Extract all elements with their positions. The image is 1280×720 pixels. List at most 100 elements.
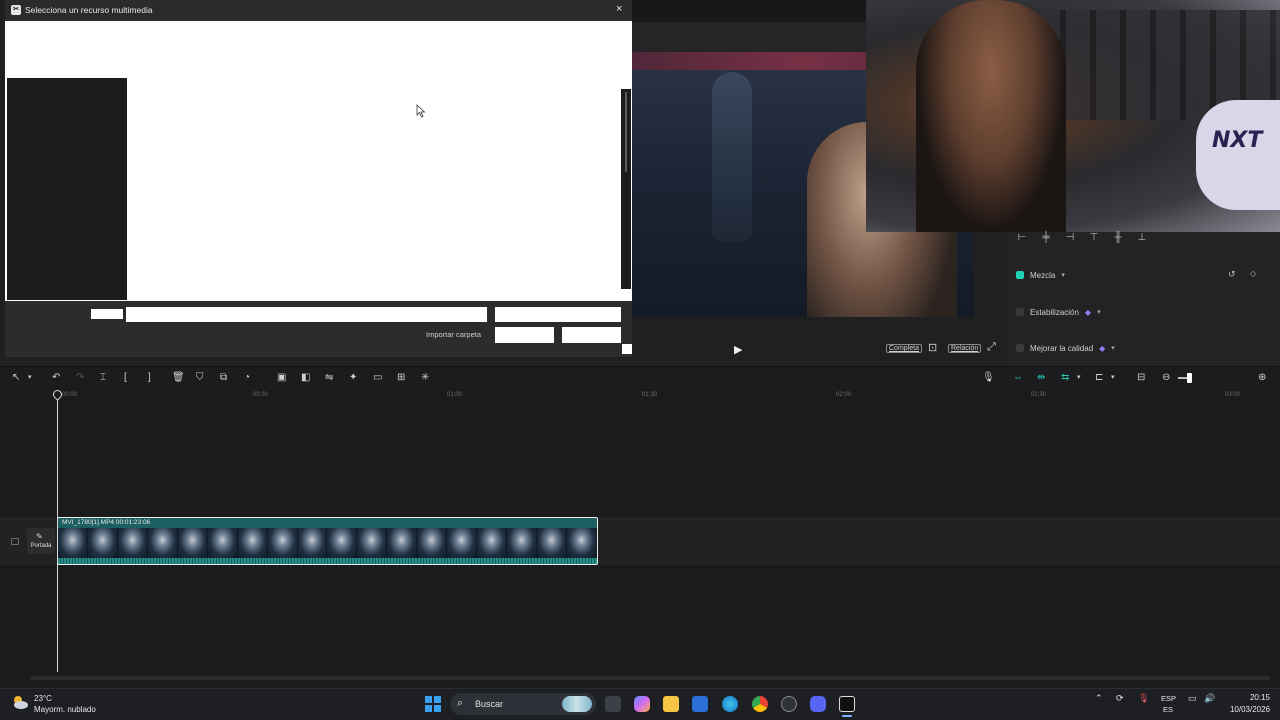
image-edit-icon[interactable]: ⊞ [397,372,405,384]
playhead-line[interactable] [57,397,58,672]
active-app-indicator [842,715,852,717]
microphone-icon[interactable]: 🎙 [982,372,995,384]
clock-time[interactable]: 20:15 [1226,693,1270,702]
filename-label-box [91,309,123,319]
track-lock-icon[interactable] [11,538,19,545]
microsoft-store-icon[interactable] [692,696,708,712]
chevron-down-icon: ▾ [1097,309,1101,316]
speed-icon[interactable]: ◔ [244,372,250,384]
ruler-tick: 00:00 [62,392,78,398]
volume-icon[interactable]: 🔊 [1204,693,1215,704]
keyboard-layout-label[interactable]: ES [1163,705,1173,714]
magnet-icon[interactable]: ⇹ [1037,372,1045,384]
delete-icon[interactable]: 🗑 [172,372,185,384]
align-toolbar: ⊢ ╪ ⊣ ⊤ ╫ ⊥ [1016,233,1148,245]
dialog-sidebar[interactable] [7,78,127,300]
pillow-logo-text: NXT [1212,128,1263,153]
video-clip[interactable]: MVI_1780[1].MP4 00:01:23:06 [57,517,598,565]
ruler-tick: 00:30 [253,392,269,398]
premium-gem-icon: ◆ [1084,307,1092,317]
resize-grip[interactable] [622,344,632,354]
select-tool-icon[interactable]: ↖ [12,372,20,384]
search-placeholder: Buscar [475,699,504,709]
undo-icon[interactable]: ↶ [52,372,60,384]
weather-desc[interactable]: Mayorm. nublado [34,705,96,714]
network-icon[interactable]: ▭ [1188,693,1197,704]
ai-effects-icon[interactable]: ✳ [421,372,429,384]
link-main-track-icon[interactable]: ⇔ [1013,372,1023,384]
zoom-in-icon[interactable]: ⊕ [1258,372,1266,384]
chevron-down-icon[interactable]: ▾ [28,372,32,384]
chevron-down-icon: ▾ [1111,345,1115,352]
align-bottom-icon[interactable]: ⊥ [1136,233,1148,243]
align-left-icon[interactable]: ⊢ [1016,233,1028,243]
weather-temp[interactable]: 23°C [34,694,52,703]
enhance-checkbox[interactable] [1016,344,1024,352]
dialog-scroll-thumb[interactable] [625,92,627,172]
preview-axis-icon[interactable]: ⊏ [1095,372,1103,384]
clock-date[interactable]: 10/03/2026 [1226,705,1270,714]
prop-blend[interactable]: Mezcla ▾ [1016,268,1065,282]
align-top-icon[interactable]: ⊤ [1088,233,1100,243]
weather-cloud-sun-icon[interactable] [11,694,29,710]
prop-stabilization[interactable]: Estabilización ◆ ▾ [1016,305,1101,319]
fit-timeline-icon[interactable]: ⊟ [1137,372,1145,384]
open-button[interactable] [495,327,554,343]
file-type-select[interactable] [495,307,621,322]
chevron-down-icon[interactable]: ▾ [1077,372,1081,384]
captions-icon[interactable]: ▭ [373,372,382,384]
ruler-tick: 01:00 [447,392,463,398]
freeze-icon[interactable]: ▣ [277,372,286,384]
stabilization-checkbox[interactable] [1016,308,1024,316]
copilot-icon[interactable] [634,696,650,712]
chevron-down-icon[interactable]: ▾ [1111,372,1115,384]
reverse-icon[interactable]: ⇋ [325,372,333,384]
align-center-h-icon[interactable]: ╪ [1040,233,1052,243]
snapshot-icon[interactable]: ⊡ [928,341,937,354]
file-explorer-icon[interactable] [663,696,679,712]
cancel-button[interactable] [562,327,621,343]
ruler-tick: 02:00 [836,392,852,398]
link-audio-icon[interactable]: ⇆ [1061,372,1069,384]
ratio-button[interactable]: Relación [948,344,982,353]
mirror-icon[interactable]: ◧ [301,372,310,384]
zoom-out-icon[interactable]: ⊖ [1162,372,1170,384]
chevron-up-icon[interactable]: ⌃ [1095,693,1103,704]
filename-input[interactable] [126,307,487,322]
crop-icon[interactable]: ⧉ [220,372,227,384]
capcut-icon[interactable] [839,696,855,712]
chrome-icon[interactable] [752,696,768,712]
dialog-title: Selecciona un recurso multimedia [25,5,153,15]
edge-icon[interactable] [722,696,738,712]
split-left-icon[interactable]: [ [124,372,127,384]
blend-checkbox[interactable] [1016,271,1024,279]
fullscreen-icon[interactable]: ⤢ [987,341,996,354]
search-icon: ⌕ [457,697,464,709]
microphone-muted-icon[interactable]: 🎙 [1138,693,1149,704]
windows-start-icon[interactable] [425,696,441,712]
keyframe-icon[interactable]: ◇ [1250,269,1256,278]
zoom-slider-handle[interactable] [1187,373,1192,383]
time-ruler[interactable] [56,390,1280,402]
sync-icon[interactable]: ⟳ [1116,693,1124,704]
split-icon[interactable]: ⌶ [100,372,106,384]
full-quality-button[interactable]: Completa [886,344,922,353]
marker-icon[interactable]: ⛉ [196,372,204,384]
task-view-icon[interactable] [605,696,621,712]
redo-icon[interactable]: ↷ [76,372,84,384]
premium-gem-icon: ◆ [1099,343,1106,353]
reset-icon[interactable]: ↺ [1228,269,1236,280]
play-icon[interactable]: ▶ [734,343,744,356]
align-center-v-icon[interactable]: ╫ [1112,233,1124,243]
language-label[interactable]: ESP [1161,694,1176,703]
align-right-icon[interactable]: ⊣ [1064,233,1076,243]
github-desktop-icon[interactable] [781,696,797,712]
split-right-icon[interactable]: ] [148,372,151,384]
enhance-label: Mejorar la calidad [1030,343,1094,353]
magic-wand-icon[interactable]: ✦ [349,372,357,384]
cover-label: Portada [30,543,52,549]
discord-icon[interactable] [810,696,826,712]
timeline-scrollbar[interactable] [30,676,1270,680]
close-icon[interactable]: × [616,3,622,15]
prop-enhance-quality[interactable]: Mejorar la calidad ◆ ▾ [1016,341,1115,355]
